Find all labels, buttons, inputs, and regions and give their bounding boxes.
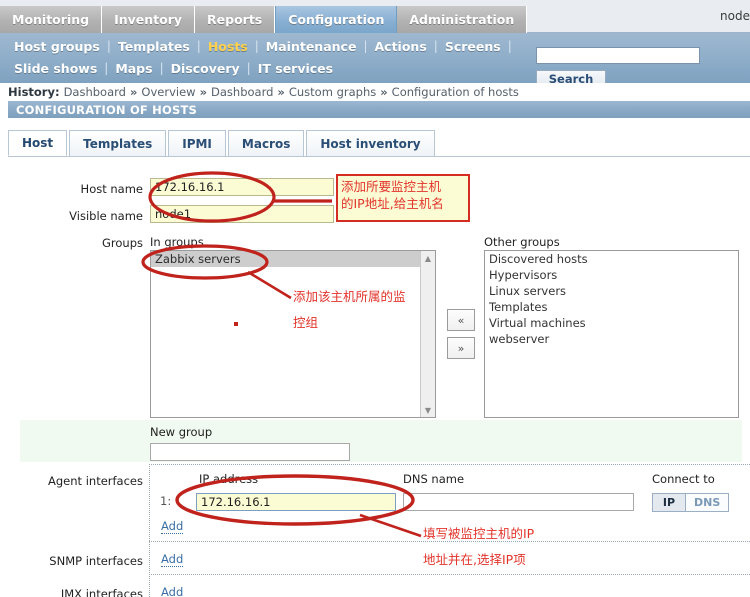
breadcrumb-arrow-icon: » [129,85,138,99]
subnav-separator: | [106,39,111,53]
nav-tab-reports[interactable]: Reports [195,6,276,33]
jmx-interface-add-link[interactable]: Add [161,586,183,597]
other-groups-listbox[interactable]: Discovered hosts Hypervisors Linux serve… [484,250,739,418]
other-groups-label: Other groups [484,235,560,249]
groups-label: Groups [101,236,143,250]
host-name-annotation-line-2: 的IP地址,给主机名 [341,196,444,211]
subnav-link-actions[interactable]: Actions [369,39,431,54]
breadcrumb-arrow-icon: » [380,85,388,99]
breadcrumb: History: Dashboard » Overview » Dashboar… [0,83,750,101]
tab-templates[interactable]: Templates [69,130,167,156]
move-left-button[interactable]: « [447,309,475,331]
subnav-link-templates[interactable]: Templates [113,39,195,54]
host-name-annotation-box: 添加所要监控主机 的IP地址,给主机名 [336,174,470,222]
agent-dns-name-input[interactable] [403,493,634,511]
tab-host[interactable]: Host [8,130,68,156]
visible-name-input[interactable] [150,205,334,223]
host-name-input[interactable] [150,178,334,196]
primary-nav-tabs: Monitoring Inventory Reports Configurati… [0,6,528,33]
interfaces-divider-vertical [149,464,150,597]
connect-to-ip-button[interactable]: IP [652,493,686,512]
breadcrumb-arrow-icon: » [277,85,285,99]
nav-tab-administration[interactable]: Administration [397,6,528,33]
connect-to-dns-button[interactable]: DNS [686,493,730,512]
ip-address-column-header: IP address [199,472,259,486]
list-item[interactable]: Hypervisors [485,267,738,283]
new-group-label: New group [150,425,213,439]
breadcrumb-item-configuration-of-hosts[interactable]: Configuration of hosts [392,85,519,99]
nav-tab-monitoring[interactable]: Monitoring [0,6,103,33]
primary-navigation-bar: Monitoring Inventory Reports Configurati… [0,0,750,33]
ip-annotation-line-2: 地址并在,选择IP项 [423,552,526,567]
in-groups-scrollbar[interactable]: ▲ ▼ [420,251,435,417]
list-item[interactable]: Linux servers [485,283,738,299]
interfaces-divider-top [149,464,750,465]
interface-row-index: 1: [160,494,172,508]
snmp-interface-add-link[interactable]: Add [161,553,184,567]
list-item[interactable]: Virtual machines [485,315,738,331]
breadcrumb-arrow-icon: » [199,85,208,99]
ip-annotation-line-1: 填写被监控主机的IP [423,526,535,541]
tab-ipmi[interactable]: IPMI [168,130,226,156]
new-group-section [20,420,742,462]
subnav-link-screens[interactable]: Screens [440,39,506,54]
subnav-separator: | [104,61,109,75]
visible-name-label: Visible name [69,209,143,223]
list-item[interactable]: Discovered hosts [485,251,738,267]
subnav-separator: | [254,39,259,53]
subnav-link-hosts[interactable]: Hosts [203,39,253,54]
list-item[interactable]: Templates [485,299,738,315]
list-item[interactable]: webserver [485,331,738,347]
subnav-link-maps[interactable]: Maps [110,61,157,76]
nav-tab-configuration[interactable]: Configuration [275,6,398,33]
scroll-down-icon[interactable]: ▼ [421,403,435,417]
secondary-nav-row-2: Slide shows | Maps | Discovery | IT serv… [9,57,338,79]
node-label: node [720,9,750,23]
new-group-input[interactable] [150,443,350,461]
breadcrumb-item-overview[interactable]: Overview [141,85,195,99]
subnav-link-host-groups[interactable]: Host groups [9,39,105,54]
agent-interfaces-label: Agent interfaces [48,474,143,488]
search-input[interactable] [536,47,700,64]
breadcrumb-item-dashboard-1[interactable]: Dashboard [64,85,126,99]
move-right-button[interactable]: » [447,337,475,359]
page-title: CONFIGURATION OF HOSTS [8,101,750,118]
in-groups-label: In groups [150,235,204,249]
subnav-link-maintenance[interactable]: Maintenance [261,39,362,54]
breadcrumb-label: History: [8,85,60,99]
subnav-separator: | [363,39,368,53]
agent-interface-add-link[interactable]: Add [161,520,184,534]
host-name-annotation-line-1: 添加所要监控主机 [341,179,442,194]
subnav-link-slide-shows[interactable]: Slide shows [9,61,102,76]
subnav-separator: | [159,61,164,75]
in-groups-listbox[interactable]: Zabbix servers ▲ ▼ [150,250,436,418]
zabbix-host-configuration-page: Monitoring Inventory Reports Configurati… [0,0,750,597]
tab-macros[interactable]: Macros [227,130,305,156]
snmp-interfaces-label: SNMP interfaces [49,554,143,568]
subnav-link-it-services[interactable]: IT services [253,61,338,76]
breadcrumb-item-custom-graphs[interactable]: Custom graphs [289,85,376,99]
tab-host-inventory[interactable]: Host inventory [306,130,435,156]
scroll-up-icon[interactable]: ▲ [421,251,435,265]
host-name-label: Host name [80,182,143,196]
subnav-separator: | [433,39,438,53]
form-tab-strip: Host Templates IPMI Macros Host inventor… [8,129,750,157]
list-item[interactable]: Zabbix servers [151,251,435,267]
connect-to-column-header: Connect to [652,472,715,486]
subnav-separator: | [246,61,251,75]
ip-note-arrow-mark [359,513,422,538]
secondary-nav-row-1: Host groups | Templates | Hosts | Mainte… [9,35,514,57]
agent-ip-address-input[interactable] [196,493,396,511]
connect-to-toggle-group: IP DNS [652,493,730,512]
breadcrumb-item-dashboard-2[interactable]: Dashboard [211,85,273,99]
interfaces-divider-bottom [149,574,750,575]
subnav-separator: | [507,39,512,53]
jmx-interfaces-label: JMX interfaces [60,587,143,597]
interfaces-divider-mid [149,541,750,542]
dns-name-column-header: DNS name [403,472,465,486]
subnav-link-discovery[interactable]: Discovery [166,61,245,76]
nav-tab-inventory[interactable]: Inventory [102,6,196,33]
subnav-separator: | [196,39,201,53]
